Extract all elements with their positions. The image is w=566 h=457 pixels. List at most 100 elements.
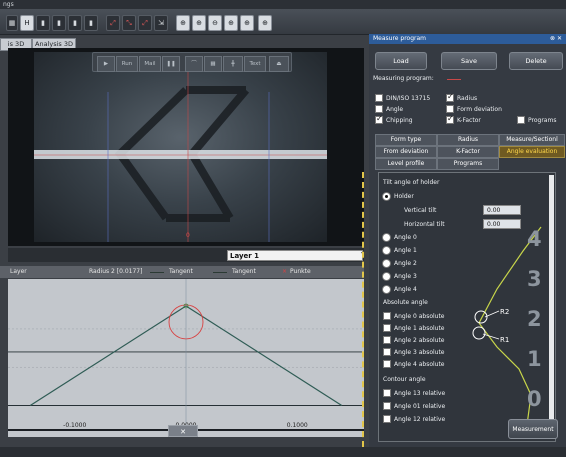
panel-scrollbar[interactable] bbox=[549, 175, 554, 439]
measurement-button[interactable]: Measurement bbox=[508, 419, 558, 439]
camera-viewer: 0 ▶ Run Mail ❚❚ ⌒ ▦ ╋ Text ⏏ bbox=[8, 48, 364, 246]
profile-chart: -0.10000.00000.1000 bbox=[8, 279, 364, 437]
tab-form-type[interactable]: Form type bbox=[375, 134, 437, 146]
mail-button[interactable]: Mail bbox=[139, 56, 161, 72]
angle-digit-0: 0 bbox=[527, 387, 542, 411]
angle-digit-4: 4 bbox=[527, 227, 542, 251]
angle-evaluation-panel: Tilt angle of holder Holder Vertical til… bbox=[378, 172, 556, 442]
measure-icon-2[interactable]: ⤡ bbox=[122, 15, 136, 31]
angle-3-absolute-checkbox[interactable] bbox=[383, 348, 391, 356]
holder-radio[interactable] bbox=[382, 192, 391, 201]
angle-diagram: R2 R1 bbox=[472, 226, 542, 426]
eject-icon[interactable]: ⏏ bbox=[269, 56, 289, 72]
bars-icon-4[interactable]: ▮ bbox=[84, 15, 98, 31]
legend-tangent-2: Tangent bbox=[232, 268, 256, 275]
angle-4-label: Angle 4 bbox=[394, 286, 417, 293]
tab-programs[interactable]: Programs bbox=[437, 158, 499, 170]
measure-icon-3[interactable]: ⤢ bbox=[138, 15, 152, 31]
play-icon[interactable]: ▶ bbox=[97, 56, 115, 72]
programs-label: Programs bbox=[528, 117, 557, 124]
tab-angle-evaluation[interactable]: Angle evaluation bbox=[499, 146, 565, 158]
zoom-out-icon[interactable]: ⊖ bbox=[208, 15, 222, 31]
angle-13-relative-checkbox[interactable] bbox=[383, 389, 391, 397]
load-button[interactable]: Load bbox=[375, 52, 427, 70]
angle-1-absolute-label: Angle 1 absolute bbox=[394, 325, 445, 332]
grid-icon[interactable]: ▦ bbox=[6, 15, 18, 31]
r2-label: R2 bbox=[500, 308, 509, 316]
measure-icon[interactable]: ⤢ bbox=[106, 15, 120, 31]
h-icon[interactable]: H bbox=[20, 15, 34, 31]
angle-digit-3: 3 bbox=[527, 267, 542, 291]
kfactor-checkbox[interactable] bbox=[446, 114, 454, 124]
x-tick-2: 0.1000 bbox=[287, 422, 308, 429]
angle-0-label: Angle 0 bbox=[394, 234, 417, 241]
delete-button[interactable]: Delete bbox=[509, 52, 563, 70]
angle-01-relative-label: Angle 01 relative bbox=[394, 403, 446, 410]
angle-label: Angle bbox=[386, 106, 404, 113]
legend-points: Punkte bbox=[290, 268, 311, 275]
profile-icon[interactable]: ⌒ bbox=[185, 56, 203, 72]
zoom-icon[interactable]: ⊕ bbox=[176, 15, 190, 31]
plot-close-button[interactable]: ✕ bbox=[168, 425, 198, 437]
save-button[interactable]: Save bbox=[441, 52, 497, 70]
form-deviation-checkbox[interactable] bbox=[446, 105, 454, 113]
grid-overlay-icon[interactable]: ▦ bbox=[204, 56, 222, 72]
kfactor-label: K-Factor bbox=[457, 117, 481, 124]
pause-icon[interactable]: ❚❚ bbox=[162, 56, 180, 72]
angle-0-absolute-checkbox[interactable] bbox=[383, 312, 391, 320]
tab-measure-sectional[interactable]: Measure/Sectionl bbox=[499, 134, 565, 146]
bars-icon-2[interactable]: ▮ bbox=[52, 15, 66, 31]
legend-points-marker: × bbox=[282, 268, 288, 275]
angle-12-relative-label: Angle 12 relative bbox=[394, 416, 446, 423]
chipping-checkbox[interactable] bbox=[375, 114, 383, 124]
programs-checkbox[interactable] bbox=[517, 116, 525, 124]
angle-4-radio[interactable] bbox=[382, 285, 391, 294]
crosshair-icon[interactable]: ╋ bbox=[223, 56, 243, 72]
din-checkbox[interactable] bbox=[375, 94, 383, 102]
angle-2-radio[interactable] bbox=[382, 259, 391, 268]
angle-2-label: Angle 2 bbox=[394, 260, 417, 267]
angle-3-radio[interactable] bbox=[382, 272, 391, 281]
angle-2-absolute-label: Angle 2 absolute bbox=[394, 337, 445, 344]
zoom-window-icon[interactable]: ⊕ bbox=[258, 15, 272, 31]
legend-layer: Layer bbox=[10, 268, 27, 275]
split-marker[interactable] bbox=[362, 172, 364, 457]
radius-checkbox[interactable] bbox=[446, 92, 454, 102]
run-button[interactable]: Run bbox=[116, 56, 138, 72]
tangent-line-0 bbox=[29, 305, 187, 407]
panel-title: Measure program ⊗ ✕ bbox=[369, 34, 566, 44]
measuring-program-label: Measuring program: bbox=[373, 75, 434, 82]
zoom-fit-icon[interactable]: ⊕ bbox=[224, 15, 238, 31]
holder-label: Holder bbox=[394, 193, 414, 200]
angle-1-radio[interactable] bbox=[382, 246, 391, 255]
profile-plot: -0.10000.00000.1000 ✕ bbox=[8, 279, 364, 437]
zoom-reset-icon[interactable]: ⊕ bbox=[240, 15, 254, 31]
tab-kfactor[interactable]: K-Factor bbox=[437, 146, 499, 158]
close-icon: ✕ bbox=[180, 428, 186, 436]
zoom-in-icon[interactable]: ⊕ bbox=[192, 15, 206, 31]
tab-level-profile[interactable]: Level profile bbox=[375, 158, 437, 170]
panel-close-icon[interactable]: ⊗ ✕ bbox=[550, 34, 562, 44]
cursor-icon[interactable]: ⇲ bbox=[154, 15, 168, 31]
bars-icon-3[interactable]: ▮ bbox=[68, 15, 82, 31]
angle-checkbox[interactable] bbox=[375, 105, 383, 113]
text-button[interactable]: Text bbox=[244, 56, 266, 72]
din-label: DIN/ISO 13715 bbox=[386, 95, 431, 102]
r1-label: R1 bbox=[500, 336, 509, 344]
angle-12-relative-checkbox[interactable] bbox=[383, 415, 391, 423]
tab-radius[interactable]: Radius bbox=[437, 134, 499, 146]
tab-from-deviation[interactable]: From deviation bbox=[375, 146, 437, 158]
measure-panel: Measure program ⊗ ✕ Load Save Delete Mea… bbox=[369, 34, 566, 447]
angle-1-absolute-checkbox[interactable] bbox=[383, 324, 391, 332]
horizontal-tilt-label: Horizontal tilt bbox=[404, 221, 445, 228]
bars-icon[interactable]: ▮ bbox=[36, 15, 50, 31]
angle-2-absolute-checkbox[interactable] bbox=[383, 336, 391, 344]
layer-select[interactable]: Layer 1 bbox=[227, 250, 363, 261]
angle-0-radio[interactable] bbox=[382, 233, 391, 242]
window-title: ngs bbox=[0, 0, 566, 9]
camera-image: 0 bbox=[34, 52, 327, 242]
angle-4-absolute-checkbox[interactable] bbox=[383, 360, 391, 368]
legend-tangent-1: Tangent bbox=[169, 268, 193, 275]
angle-01-relative-checkbox[interactable] bbox=[383, 402, 391, 410]
legend-radius: Radius 2 [0.0177] bbox=[89, 268, 143, 275]
